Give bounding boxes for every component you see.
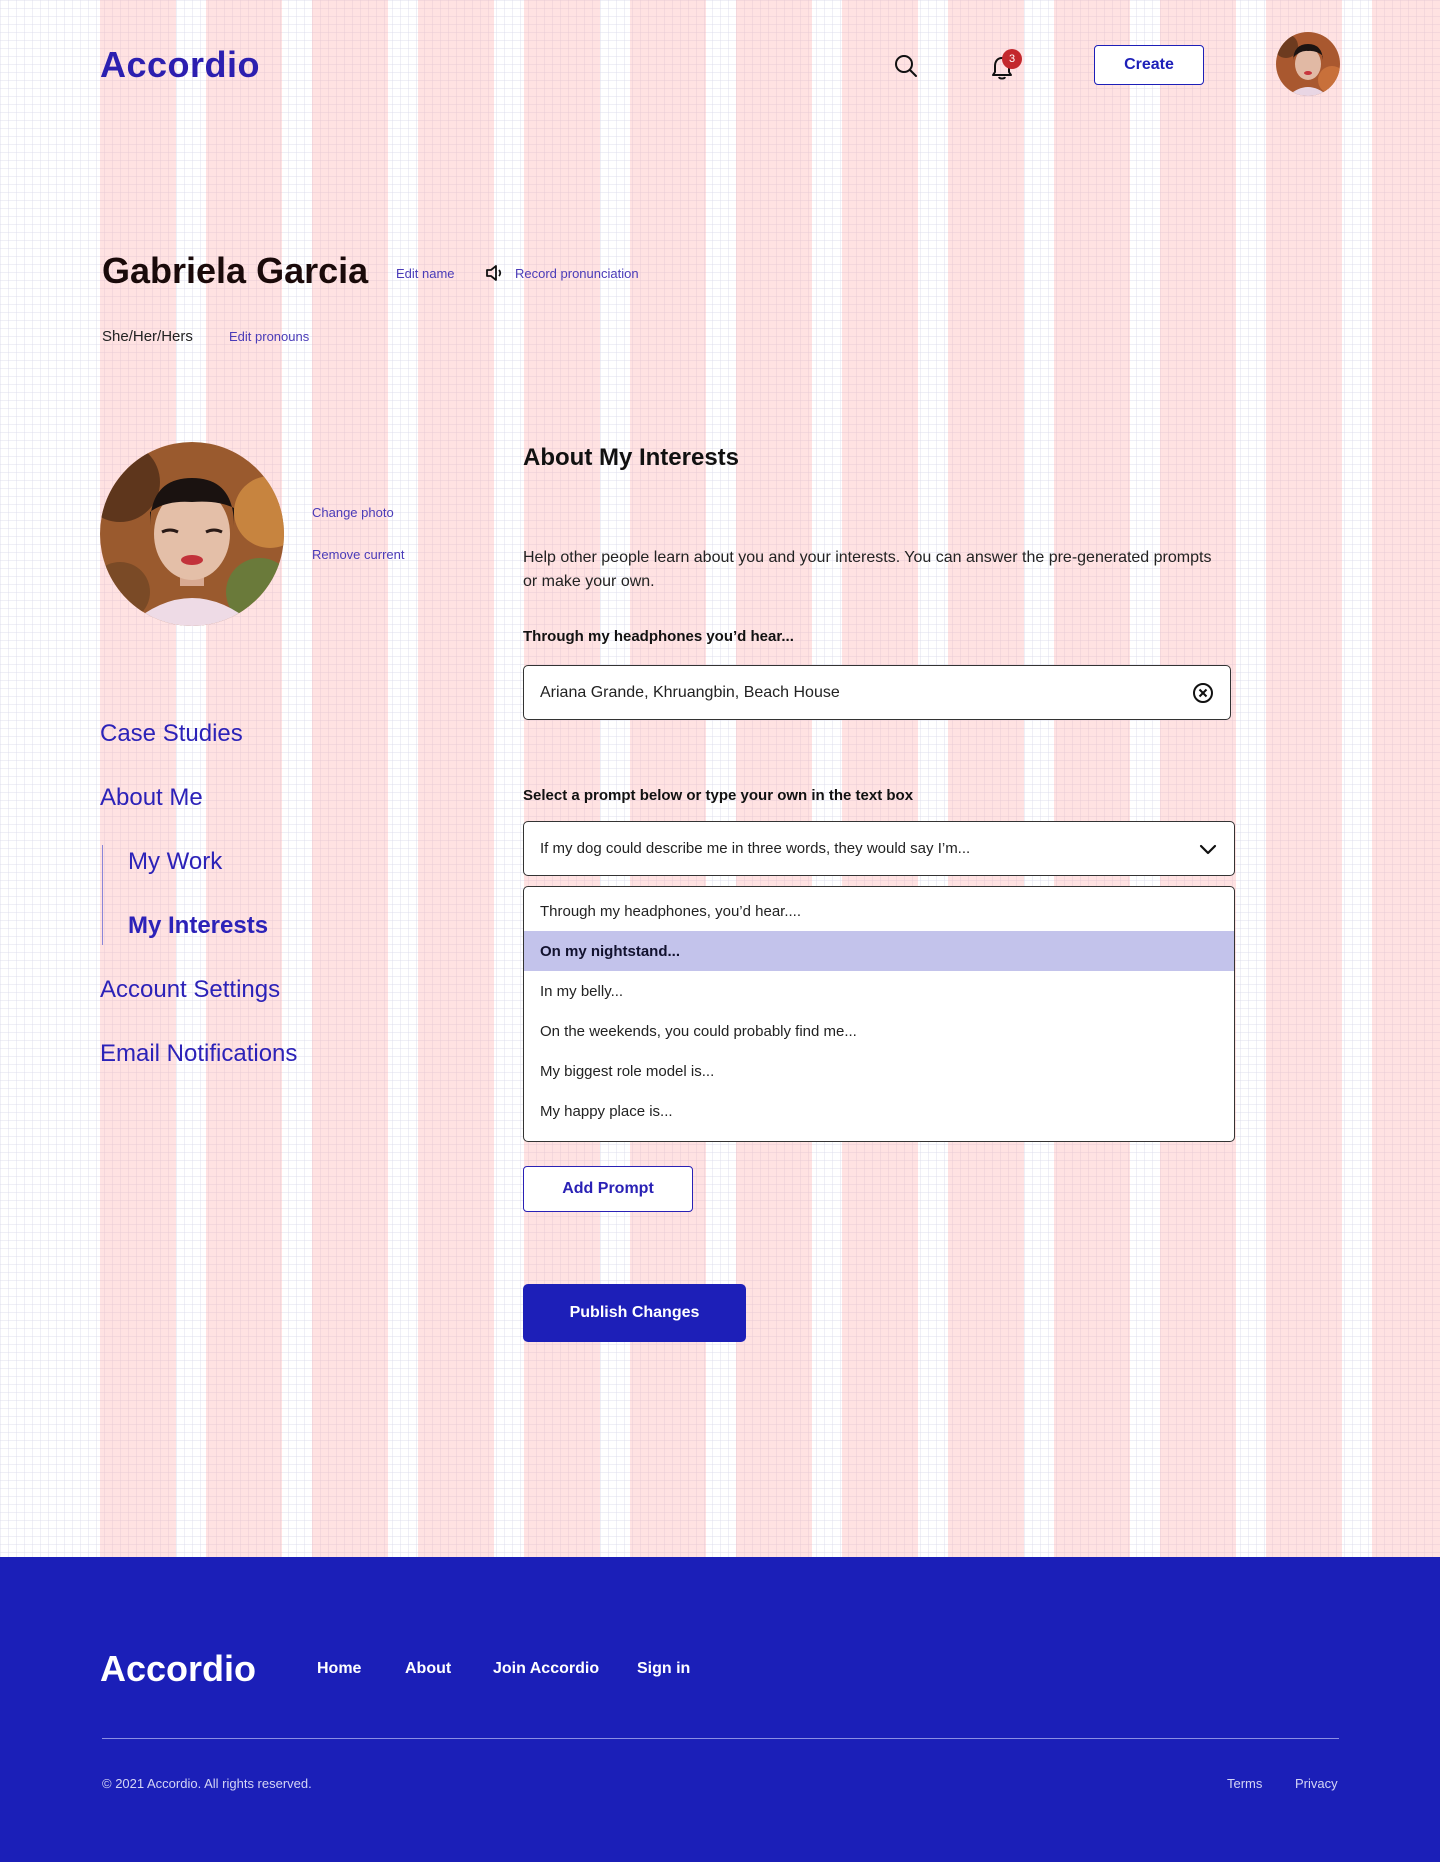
sidebar-item-my-work[interactable]: My Work — [128, 848, 222, 876]
search-icon[interactable] — [890, 50, 922, 82]
dropdown-option-highlighted[interactable]: On my nightstand... — [524, 931, 1234, 971]
sidebar-subnav-line — [102, 845, 103, 945]
chevron-down-icon[interactable] — [1198, 839, 1218, 859]
prompt-select-value[interactable]: If my dog could describe me in three wor… — [540, 840, 1198, 857]
footer-link-terms[interactable]: Terms — [1227, 1776, 1262, 1791]
help-text: Help other people learn about you and yo… — [523, 549, 1212, 590]
footer-logo[interactable]: Accordio — [100, 1648, 256, 1690]
prompt-dropdown-menu: Through my headphones, you’d hear.... On… — [523, 886, 1235, 1142]
sidebar-item-case-studies[interactable]: Case Studies — [100, 720, 243, 748]
dropdown-option[interactable]: My biggest role model is... — [524, 1051, 1234, 1091]
prompt-select-label: Select a prompt below or type your own i… — [523, 787, 914, 804]
record-pronunciation-link[interactable]: Record pronunciation — [515, 266, 639, 281]
footer-link-privacy[interactable]: Privacy — [1295, 1776, 1338, 1791]
publish-changes-button[interactable]: Publish Changes — [523, 1284, 746, 1342]
speaker-icon[interactable] — [484, 262, 506, 284]
change-photo-link[interactable]: Change photo — [312, 505, 394, 520]
notification-badge: 3 — [1002, 49, 1022, 69]
pronouns: She/Her/Hers — [102, 328, 193, 345]
footer-link-home[interactable]: Home — [317, 1660, 361, 1678]
edit-pronouns-link[interactable]: Edit pronouns — [229, 329, 309, 344]
prompt-select[interactable]: If my dog could describe me in three wor… — [523, 821, 1235, 876]
dropdown-option[interactable]: My happy place is... — [524, 1091, 1234, 1131]
edit-name-link[interactable]: Edit name — [396, 266, 455, 281]
clear-icon[interactable] — [1192, 682, 1214, 704]
sidebar-item-account-settings[interactable]: Account Settings — [100, 976, 280, 1004]
dropdown-option[interactable]: Through my headphones, you’d hear.... — [524, 891, 1234, 931]
footer-link-sign-in[interactable]: Sign in — [637, 1660, 690, 1678]
dropdown-option[interactable]: On the weekends, you could probably find… — [524, 1011, 1234, 1051]
footer — [0, 1557, 1440, 1862]
headphones-label: Through my headphones you’d hear... — [523, 628, 794, 645]
logo[interactable]: Accordio — [100, 44, 260, 86]
profile-name: Gabriela Garcia — [102, 250, 369, 291]
dropdown-option[interactable]: In my belly... — [524, 971, 1234, 1011]
remove-photo-link[interactable]: Remove current — [312, 547, 404, 562]
footer-divider — [102, 1738, 1339, 1739]
copyright: © 2021 Accordio. All rights reserved. — [102, 1776, 312, 1791]
footer-link-about[interactable]: About — [405, 1660, 451, 1678]
avatar[interactable] — [1276, 32, 1340, 96]
sidebar-item-about-me[interactable]: About Me — [100, 784, 203, 812]
sidebar-item-my-interests[interactable]: My Interests — [128, 912, 268, 940]
add-prompt-button[interactable]: Add Prompt — [523, 1166, 693, 1212]
footer-link-join[interactable]: Join Accordio — [493, 1660, 599, 1678]
section-title: About My Interests — [523, 444, 740, 471]
profile-photo — [100, 442, 284, 626]
create-button[interactable]: Create — [1094, 45, 1204, 85]
headphones-input-value[interactable]: Ariana Grande, Khruangbin, Beach House — [540, 684, 1192, 702]
headphones-input[interactable]: Ariana Grande, Khruangbin, Beach House — [523, 665, 1231, 720]
sidebar-item-email-notifications[interactable]: Email Notifications — [100, 1040, 297, 1068]
